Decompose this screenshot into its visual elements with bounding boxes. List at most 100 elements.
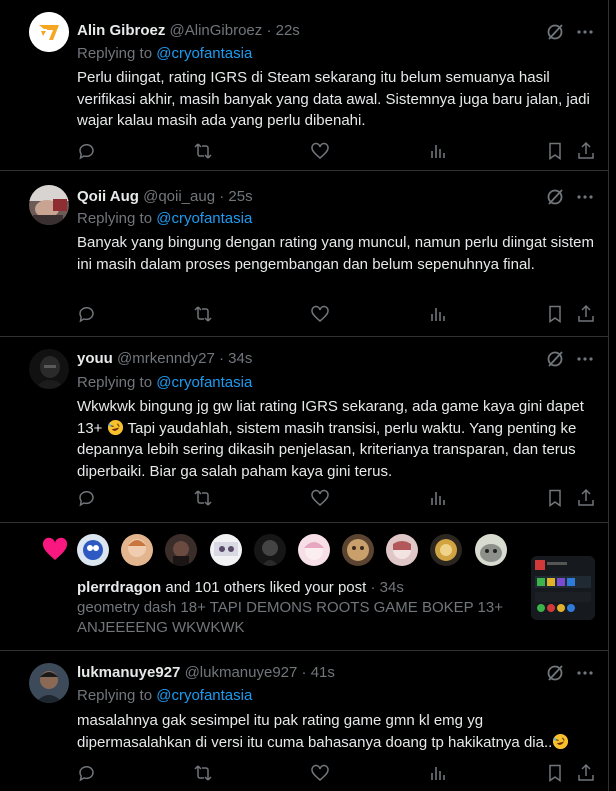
replying-to-handle[interactable]: @cryofantasia bbox=[156, 374, 252, 391]
grok-icon[interactable] bbox=[546, 350, 564, 368]
author-line: Qoii Aug @qoii_aug · 25s bbox=[77, 187, 528, 207]
avatar[interactable] bbox=[342, 534, 375, 566]
more-options-icon[interactable] bbox=[576, 664, 594, 682]
avatar[interactable] bbox=[474, 534, 507, 566]
action-bar bbox=[77, 763, 594, 783]
repost-icon[interactable] bbox=[193, 763, 213, 783]
reply-notification-alin[interactable]: Alin Gibroez @AlinGibroez · 22s Replying… bbox=[0, 0, 608, 171]
reply-text-part-2: Tapi yaudahlah, sistem masih transisi, p… bbox=[77, 419, 577, 480]
author-line: Alin Gibroez @AlinGibroez · 22s bbox=[77, 21, 528, 41]
action-bar bbox=[77, 488, 594, 508]
avatar[interactable] bbox=[29, 663, 69, 703]
author-handle[interactable]: @qoii_aug bbox=[143, 188, 215, 205]
reply-icon[interactable] bbox=[77, 304, 97, 324]
action-bar bbox=[77, 304, 594, 324]
like-icon[interactable] bbox=[310, 141, 330, 161]
avatar[interactable] bbox=[29, 12, 69, 52]
avatar[interactable] bbox=[29, 185, 69, 225]
replying-to: Replying to @cryofantasia bbox=[77, 373, 252, 393]
reply-icon[interactable] bbox=[77, 488, 97, 508]
liker-name[interactable]: plerrdragon bbox=[77, 579, 161, 596]
timestamp[interactable]: 34s bbox=[380, 579, 404, 596]
author-name[interactable]: Alin Gibroez bbox=[77, 22, 165, 39]
views-icon[interactable] bbox=[428, 488, 448, 508]
avatar[interactable] bbox=[165, 534, 198, 566]
reply-text: Wkwkwk bingung jg gw liat rating IGRS se… bbox=[77, 396, 595, 482]
replying-to-handle[interactable]: @cryofantasia bbox=[156, 687, 252, 704]
repost-icon[interactable] bbox=[193, 304, 213, 324]
post-media-thumbnail[interactable] bbox=[531, 556, 595, 620]
share-icon[interactable] bbox=[576, 141, 596, 161]
liker-avatars bbox=[77, 534, 515, 566]
grok-icon[interactable] bbox=[546, 23, 564, 41]
bookmark-icon[interactable] bbox=[545, 488, 565, 508]
grok-icon[interactable] bbox=[546, 188, 564, 206]
notifications-feed: Alin Gibroez @AlinGibroez · 22s Replying… bbox=[0, 0, 609, 791]
avatar[interactable] bbox=[209, 534, 242, 566]
views-icon[interactable] bbox=[428, 141, 448, 161]
reply-notification-qoii[interactable]: Qoii Aug @qoii_aug · 25s Replying to @cr… bbox=[0, 171, 608, 337]
avatar[interactable] bbox=[297, 534, 330, 566]
heart-icon bbox=[42, 537, 68, 560]
separator-dot: · bbox=[301, 664, 307, 681]
timestamp[interactable]: 22s bbox=[276, 22, 300, 39]
author-line: lukmanuye927 @lukmanuye927 · 41s bbox=[77, 663, 528, 683]
author-line: youu @mrkenndy27 · 34s bbox=[77, 349, 528, 369]
share-icon[interactable] bbox=[576, 763, 596, 783]
like-icon[interactable] bbox=[310, 488, 330, 508]
like-icon[interactable] bbox=[310, 304, 330, 324]
author-handle[interactable]: @lukmanuye927 bbox=[185, 664, 298, 681]
rolling-on-floor-laughing-icon bbox=[107, 419, 123, 435]
more-options-icon[interactable] bbox=[576, 188, 594, 206]
repost-icon[interactable] bbox=[193, 488, 213, 508]
reply-text: Banyak yang bingung dengan rating yang m… bbox=[77, 234, 595, 273]
repost-icon[interactable] bbox=[193, 141, 213, 161]
grok-icon[interactable] bbox=[546, 664, 564, 682]
reply-notification-youu[interactable]: youu @mrkenndy27 · 34s Replying to @cryo… bbox=[0, 337, 608, 523]
views-icon[interactable] bbox=[428, 304, 448, 324]
timestamp[interactable]: 41s bbox=[311, 664, 335, 681]
replying-to-handle[interactable]: @cryofantasia bbox=[156, 45, 252, 62]
replying-to: Replying to @cryofantasia bbox=[77, 209, 252, 229]
author-name[interactable]: lukmanuye927 bbox=[77, 664, 180, 681]
more-options-icon[interactable] bbox=[576, 350, 594, 368]
replying-label: Replying to bbox=[77, 45, 153, 62]
replying-to: Replying to @cryofantasia bbox=[77, 686, 252, 706]
avatar[interactable] bbox=[430, 534, 463, 566]
liked-suffix: and 101 others liked your post bbox=[161, 579, 367, 596]
reply-text-part-1: masalahnya gak sesimpel itu pak rating g… bbox=[77, 712, 553, 751]
author-handle[interactable]: @AlinGibroez bbox=[170, 22, 263, 39]
avatar[interactable] bbox=[386, 534, 419, 566]
bookmark-icon[interactable] bbox=[545, 763, 565, 783]
timestamp[interactable]: 34s bbox=[228, 350, 252, 367]
reply-text: Perlu diingat, rating IGRS di Steam seka… bbox=[77, 69, 590, 129]
action-bar bbox=[77, 141, 594, 161]
avatar[interactable] bbox=[29, 349, 69, 389]
author-name[interactable]: youu bbox=[77, 350, 113, 367]
like-notification[interactable]: plerrdragon and 101 others liked your po… bbox=[0, 523, 608, 651]
replying-label: Replying to bbox=[77, 687, 153, 704]
more-options-icon[interactable] bbox=[576, 23, 594, 41]
share-icon[interactable] bbox=[576, 488, 596, 508]
reply-notification-lukmanuye[interactable]: lukmanuye927 @lukmanuye927 · 41s Replyin… bbox=[0, 651, 608, 791]
author-name[interactable]: Qoii Aug bbox=[77, 188, 139, 205]
reply-text: masalahnya gak sesimpel itu pak rating g… bbox=[77, 710, 595, 753]
liked-post-text[interactable]: geometry dash 18+ TAPI DEMONS ROOTS GAME… bbox=[77, 598, 507, 638]
author-handle[interactable]: @mrkenndy27 bbox=[117, 350, 215, 367]
replying-label: Replying to bbox=[77, 210, 153, 227]
replying-to-handle[interactable]: @cryofantasia bbox=[156, 210, 252, 227]
reply-icon[interactable] bbox=[77, 763, 97, 783]
bookmark-icon[interactable] bbox=[545, 304, 565, 324]
avatar[interactable] bbox=[77, 534, 109, 566]
share-icon[interactable] bbox=[576, 304, 596, 324]
separator-dot: · bbox=[218, 350, 224, 367]
avatar[interactable] bbox=[253, 534, 286, 566]
like-icon[interactable] bbox=[310, 763, 330, 783]
bookmark-icon[interactable] bbox=[545, 141, 565, 161]
rolling-on-floor-laughing-icon bbox=[553, 733, 569, 749]
timestamp[interactable]: 25s bbox=[228, 188, 252, 205]
reply-icon[interactable] bbox=[77, 141, 97, 161]
separator-dot: · bbox=[266, 22, 272, 39]
avatar[interactable] bbox=[121, 534, 154, 566]
views-icon[interactable] bbox=[428, 763, 448, 783]
